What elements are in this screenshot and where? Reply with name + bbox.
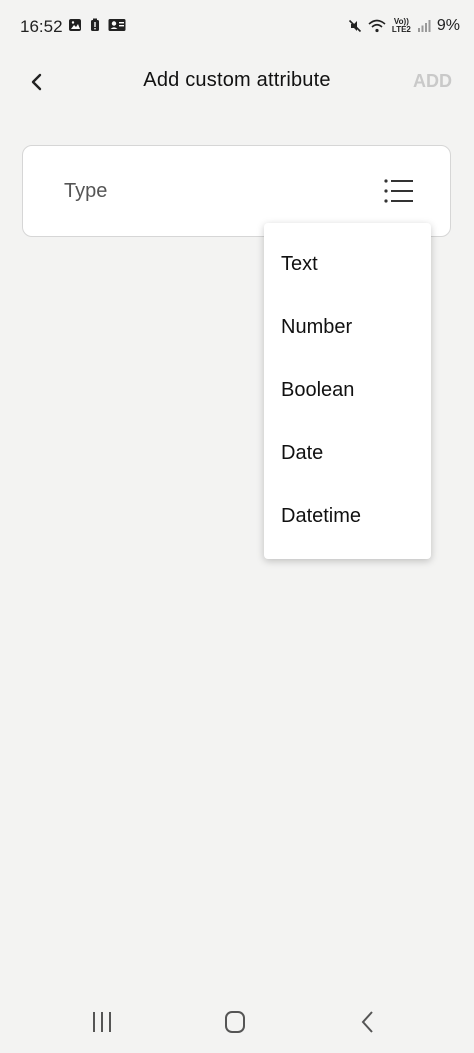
network-badge: Vo)) LTE2 — [392, 18, 411, 34]
network-badge-bottom: LTE2 — [391, 25, 411, 34]
nav-back-button[interactable] — [348, 1007, 388, 1037]
system-navigation-bar — [0, 995, 474, 1053]
home-icon — [225, 1011, 245, 1033]
menu-item-number[interactable]: Number — [264, 296, 431, 359]
wifi-icon — [368, 19, 386, 33]
app-bar: Add custom attribute ADD — [0, 56, 474, 106]
status-bar: 16:52 Vo)) LTE2 9% — [0, 0, 474, 56]
menu-item-boolean[interactable]: Boolean — [264, 359, 431, 422]
type-dropdown-menu: Text Number Boolean Date Datetime — [264, 223, 431, 559]
menu-item-text[interactable]: Text — [264, 233, 431, 296]
signal-icon — [417, 20, 431, 32]
mute-icon — [348, 19, 361, 33]
status-time: 16:52 — [20, 17, 63, 36]
gallery-icon — [69, 19, 81, 31]
battery-percentage: 9% — [436, 17, 460, 34]
status-system-icons: Vo)) LTE2 9% — [348, 17, 460, 35]
page-title: Add custom attribute — [143, 69, 331, 91]
status-notification-icons — [68, 18, 126, 32]
account-box-icon — [108, 19, 126, 31]
recent-apps-icon — [93, 1012, 111, 1032]
menu-item-datetime[interactable]: Datetime — [264, 485, 431, 548]
add-button[interactable]: ADD — [413, 71, 452, 92]
nav-back-icon — [361, 1011, 373, 1033]
list-icon — [384, 179, 413, 203]
menu-item-date[interactable]: Date — [264, 422, 431, 485]
battery-alert-icon — [91, 18, 99, 31]
type-field-label: Type — [64, 180, 108, 202]
home-button[interactable] — [215, 1007, 255, 1037]
recent-apps-button[interactable] — [82, 1007, 122, 1037]
